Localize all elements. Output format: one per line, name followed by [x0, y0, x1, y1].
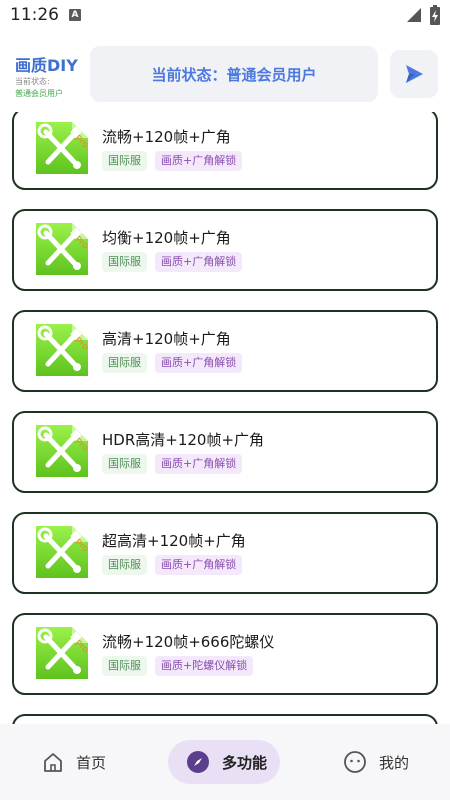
preset-title: 高清+120帧+广角 [102, 330, 231, 348]
nav-mine-label: 我的 [379, 753, 410, 772]
nav-multifunction[interactable]: 多功能 [168, 740, 280, 784]
home-icon [44, 753, 62, 772]
preset-card[interactable]: Pro 均衡+120帧+广角 国际服 画质+广角解锁 [12, 209, 438, 291]
nav-mine[interactable]: 我的 [343, 740, 409, 784]
preset-title: 流畅+120帧+广角 [102, 128, 231, 146]
compass-icon [187, 751, 209, 773]
app-title: 画质DIY [15, 56, 78, 75]
send-icon [406, 65, 423, 83]
preset-card-partial[interactable] [12, 714, 438, 724]
preset-card[interactable]: Pro HDR高清+120帧+广角 国际服 画质+广角解锁 [12, 411, 438, 493]
server-tag: 国际服 [102, 252, 147, 272]
preset-title: 流畅+120帧+666陀螺仪 [102, 633, 275, 651]
tool-pro-icon: Pro [36, 526, 90, 578]
unlock-tag: 画质+广角解锁 [155, 151, 243, 171]
preset-title: HDR高清+120帧+广角 [102, 431, 265, 449]
nav-home-label: 首页 [76, 753, 107, 772]
status-label: 当前状态: [15, 77, 50, 86]
signal-icon [407, 8, 421, 22]
nav-multifunction-label: 多功能 [222, 753, 268, 772]
unlock-tag: 画质+广角解锁 [155, 353, 243, 373]
tool-pro-icon: Pro [36, 324, 90, 376]
bottom-nav: 首页 多功能 我的 [0, 724, 450, 800]
preset-card[interactable]: Pro 超高清+120帧+广角 国际服 画质+广角解锁 [12, 512, 438, 594]
unlock-tag: 画质+广角解锁 [155, 454, 243, 474]
preset-card[interactable]: Pro 高清+120帧+广角 国际服 画质+广角解锁 [12, 310, 438, 392]
tool-pro-icon: Pro [36, 223, 90, 275]
status-banner[interactable]: 当前状态：普通会员用户 [90, 46, 378, 102]
preset-list[interactable]: Pro 流畅+120帧+广角 国际服 画质+广角解锁 Pro 均衡+120帧+广… [0, 112, 450, 724]
preset-title: 均衡+120帧+广角 [102, 229, 231, 247]
battery-icon [430, 5, 440, 25]
status-value: 普通会员用户 [15, 89, 63, 98]
tool-pro-icon: Pro [36, 425, 90, 477]
server-tag: 国际服 [102, 353, 147, 373]
unlock-tag: 画质+广角解锁 [155, 555, 243, 575]
server-tag: 国际服 [102, 454, 147, 474]
header: 画质DIY 当前状态: 普通会员用户 当前状态：普通会员用户 [0, 44, 450, 102]
tool-pro-icon: Pro [36, 122, 90, 174]
notification-a-icon: A [69, 9, 81, 21]
preset-card[interactable]: Pro 流畅+120帧+666陀螺仪 国际服 画质+陀螺仪解锁 [12, 613, 438, 695]
unlock-tag: 画质+广角解锁 [155, 252, 243, 272]
status-time: 11:26 [10, 5, 59, 25]
preset-card[interactable]: Pro 流畅+120帧+广角 国际服 画质+广角解锁 [12, 112, 438, 190]
preset-title: 超高清+120帧+广角 [102, 532, 246, 550]
unlock-tag: 画质+陀螺仪解锁 [155, 656, 254, 676]
nav-home[interactable]: 首页 [42, 740, 106, 784]
smiley-icon [344, 751, 366, 773]
server-tag: 国际服 [102, 555, 147, 575]
tool-pro-icon: Pro [36, 627, 90, 679]
server-tag: 国际服 [102, 656, 147, 676]
server-tag: 国际服 [102, 151, 147, 171]
send-button[interactable] [390, 50, 438, 98]
status-bar: 11:26 A [0, 0, 450, 32]
